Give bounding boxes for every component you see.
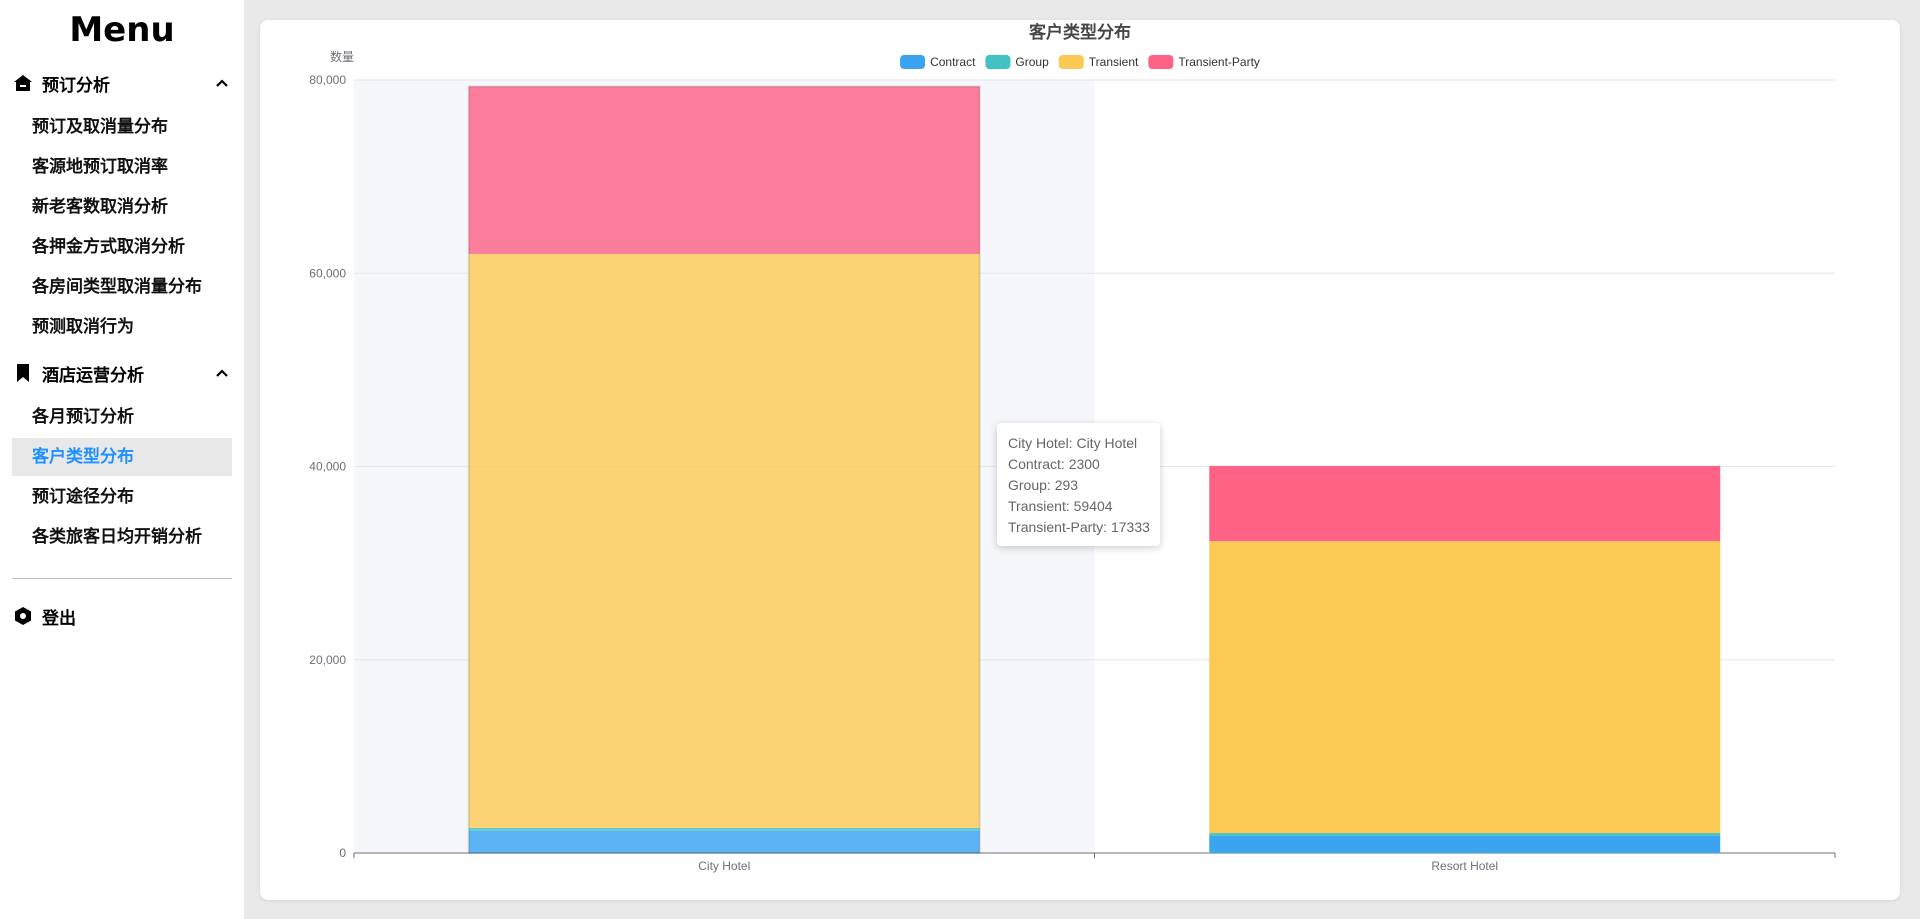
- y-tick-label: 0: [339, 846, 346, 860]
- nav-item-booking-cancel-distribution[interactable]: 预订及取消量分布: [12, 108, 232, 146]
- x-tick-label: Resort Hotel: [1431, 859, 1498, 873]
- legend-label: Contract: [930, 55, 976, 69]
- y-tick-label: 60,000: [309, 266, 346, 280]
- home-icon: [12, 72, 34, 94]
- sidebar-divider: [12, 578, 232, 579]
- tooltip-line-contract: Contract: 2300: [1008, 456, 1100, 472]
- nav-item-origin-cancel-rate[interactable]: 客源地预订取消率: [12, 148, 232, 186]
- legend-swatch: [985, 55, 1011, 69]
- chevron-up-icon[interactable]: [212, 73, 232, 93]
- group-label: 预订分析: [42, 75, 110, 96]
- chart-title: 客户类型分布: [1028, 22, 1131, 42]
- chevron-up-icon[interactable]: [212, 363, 232, 383]
- y-tick-label: 80,000: [309, 73, 346, 87]
- tooltip-line-transient-party: Transient-Party: 17333: [1008, 519, 1150, 535]
- bar-segment-group: [468, 827, 980, 831]
- bar-segment-transient: [468, 253, 980, 828]
- group-header-booking-analysis[interactable]: 预订分析: [12, 68, 232, 98]
- group-header-hotel-operations[interactable]: 酒店运营分析: [12, 358, 232, 388]
- bar-segment-transient-party: [1209, 465, 1721, 542]
- legend-label: Group: [1015, 55, 1049, 69]
- bar-segment-contract: [468, 830, 980, 853]
- tooltip-line-title: City Hotel: City Hotel: [1008, 435, 1138, 451]
- nav-item-deposit-cancel[interactable]: 各押金方式取消分析: [12, 228, 232, 266]
- group-label: 酒店运营分析: [42, 365, 144, 386]
- bookmark-icon: [12, 362, 34, 384]
- chart-tooltip: City Hotel: City Hotel Contract: 2300 Gr…: [997, 423, 1160, 546]
- nav-item-new-returning-cancel[interactable]: 新老客数取消分析: [12, 188, 232, 226]
- legend-swatch: [1058, 55, 1084, 69]
- nav-item-booking-channel[interactable]: 预订途径分布: [12, 478, 232, 516]
- nav-item-daily-spend[interactable]: 各类旅客日均开销分析: [12, 518, 232, 556]
- chart-card: 0 20,000 40,000 60,000 80,000 City Hotel Resor…: [260, 20, 1900, 900]
- sidebar: Menu 预订分析 预订及取消量分布 客源地预订取消率 新老客数取消分析 各押金…: [0, 0, 244, 919]
- nav-item-monthly-booking[interactable]: 各月预订分析: [12, 398, 232, 436]
- bar-segment-group: [1209, 833, 1721, 836]
- legend-label: Transient-Party: [1178, 55, 1260, 69]
- y-axis-label: 数量: [330, 49, 354, 64]
- x-tick-label: City Hotel: [698, 859, 750, 873]
- logout-label: 登出: [42, 608, 76, 629]
- bar-segment-transient: [1209, 541, 1721, 834]
- y-tick-label: 40,000: [309, 460, 346, 474]
- logout-icon: [12, 605, 34, 627]
- tooltip-line-group: Group: 293: [1008, 477, 1079, 493]
- legend-swatch: [1148, 55, 1174, 69]
- bar-segment-transient-party: [468, 86, 980, 254]
- nav-item-room-type-cancel[interactable]: 各房间类型取消量分布: [12, 268, 232, 306]
- logout-button[interactable]: 登出: [12, 601, 232, 631]
- bar-segment-contract: [1209, 835, 1721, 853]
- tooltip-line-transient: Transient: 59404: [1008, 498, 1113, 514]
- nav-item-customer-type[interactable]: 客户类型分布: [12, 438, 232, 476]
- legend-label: Transient: [1089, 55, 1139, 69]
- legend-swatch: [900, 55, 926, 69]
- nav-item-predict-cancel[interactable]: 预测取消行为: [12, 308, 232, 346]
- y-tick-label: 20,000: [309, 653, 346, 667]
- menu-title: Menu: [69, 10, 175, 50]
